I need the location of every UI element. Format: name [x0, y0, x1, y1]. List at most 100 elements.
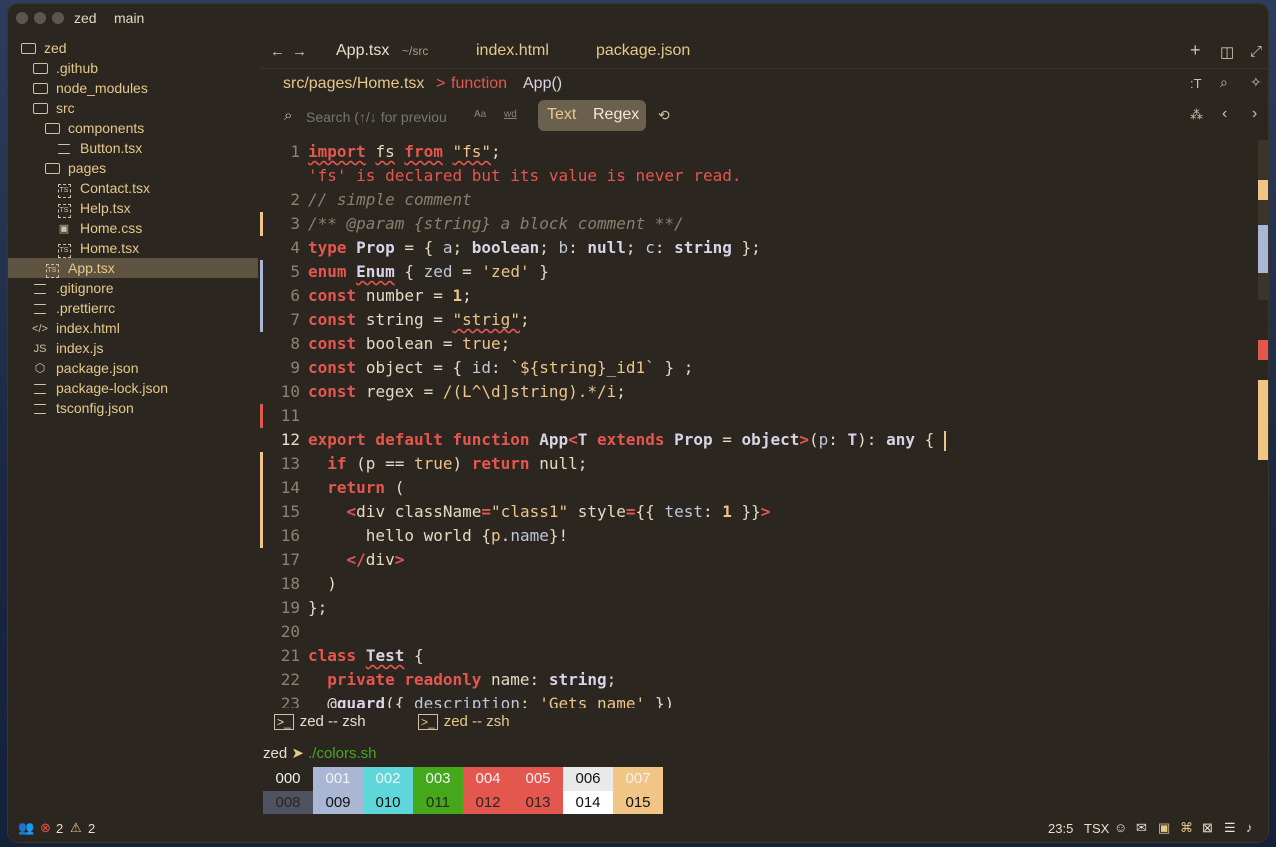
color-swatch: 004 — [463, 767, 513, 791]
tab-bar: ← → App.tsx ~/src index.html package.jso… — [260, 34, 1268, 69]
outline-icon[interactable]: :T — [1190, 76, 1202, 91]
plus-icon[interactable]: + — [1190, 40, 1201, 61]
previous-match-icon[interactable]: ‹ — [1222, 105, 1227, 123]
color-grid: 000 001 002 003 004 005 006 007 008 009 010 011 012 0… — [263, 767, 683, 815]
color-swatch: 015 — [613, 791, 663, 815]
project-tree-icon[interactable]: ⌘ — [1180, 820, 1193, 836]
error-count[interactable]: 2 — [56, 821, 63, 836]
sidebar-item[interactable]: components — [8, 118, 258, 138]
sidebar-item[interactable]: Button.tsx — [8, 138, 258, 158]
sidebar-item[interactable]: ⬡ package.json — [8, 358, 258, 378]
sidebar-item-label: package-lock.json — [56, 380, 169, 396]
breadcrumb-kind[interactable]: function — [451, 75, 507, 93]
tab-index-html[interactable]: index.html — [476, 34, 549, 68]
sidebar-item-label: tsconfig.json — [56, 400, 134, 416]
sidebar-item-label: node_modules — [56, 80, 148, 96]
next-match-icon[interactable]: › — [1252, 105, 1257, 123]
breadcrumb-symbol[interactable]: App() — [523, 75, 562, 93]
search-icon: ⌕ — [284, 107, 293, 124]
terminal-icon[interactable]: ▣ — [1158, 820, 1170, 836]
tab-package-json[interactable]: package.json — [596, 34, 690, 68]
sidebar-item[interactable]: tsconfig.json — [8, 398, 258, 418]
sidebar-item[interactable]: TS Help.tsx — [8, 198, 258, 218]
color-swatch: 008 — [263, 791, 313, 815]
zoom-window-button[interactable] — [52, 12, 64, 24]
package-icon: ⬡ — [34, 361, 46, 375]
sidebar-item[interactable]: </> index.html — [8, 318, 258, 338]
code-editor[interactable]: 1 import fs from "fs"; 'fs' is declared b… — [260, 140, 1268, 708]
color-swatch: 012 — [463, 791, 513, 815]
minimize-window-button[interactable] — [34, 12, 46, 24]
sidebar-item-label: App.tsx — [68, 260, 115, 276]
terminal-tab[interactable]: >_ zed -- zsh — [418, 710, 510, 734]
sidebar-item-label: .prettierrc — [56, 300, 116, 316]
case-sensitive-toggle[interactable]: Aa — [474, 109, 486, 120]
whole-word-toggle[interactable]: wd — [504, 109, 517, 120]
search-icon[interactable]: ⌕ — [1220, 74, 1228, 91]
sidebar-item[interactable]: TS Contact.tsx — [8, 178, 258, 198]
assistant-icon[interactable]: ⊠ — [1202, 820, 1213, 836]
language-selector[interactable]: TSX — [1084, 821, 1109, 836]
magic-wand-icon[interactable]: ✧ — [1250, 74, 1262, 91]
sidebar-item-label: components — [68, 120, 145, 136]
terminal-tab[interactable]: >_ zed -- zsh — [274, 710, 366, 734]
text-cursor — [943, 430, 946, 451]
close-window-button[interactable] — [16, 12, 28, 24]
text-mode-button[interactable]: Text — [547, 106, 576, 124]
bell-icon[interactable]: ♪ — [1246, 820, 1253, 835]
select-all-icon[interactable]: ⁂ — [1190, 107, 1203, 123]
scrollbar-marker — [1258, 225, 1268, 273]
typescript-icon: TS — [56, 178, 72, 198]
split-pane-icon[interactable]: ◫ — [1220, 43, 1234, 61]
breadcrumb-separator: > — [436, 75, 446, 92]
typescript-icon: TS — [44, 258, 60, 278]
typescript-icon: TS — [56, 238, 72, 258]
terminal-prompt: zed ➤ ./colors.sh — [263, 745, 377, 762]
scrollbar-marker — [1258, 180, 1268, 200]
scrollbar-marker — [1258, 380, 1268, 460]
sidebar-item[interactable]: .gitignore — [8, 278, 258, 298]
file-icon — [56, 138, 72, 158]
settings-lines-icon — [32, 298, 48, 318]
folder-open-icon — [32, 98, 48, 118]
copilot-icon[interactable]: ☺ — [1114, 820, 1127, 835]
buffer-search-bar: ⌕ Aa wd Text Regex ⟲ ⁂ ‹ › — [260, 99, 1268, 137]
sidebar-item[interactable]: src — [8, 98, 258, 118]
sidebar-item[interactable]: .github — [8, 58, 258, 78]
forward-arrow-icon[interactable]: → — [292, 43, 307, 60]
sidebar-item[interactable]: package-lock.json — [8, 378, 258, 398]
color-swatch: 010 — [363, 791, 413, 815]
warning-count[interactable]: 2 — [88, 821, 95, 836]
scrollbar-thumb[interactable] — [1258, 140, 1268, 300]
code-icon: </> — [32, 323, 48, 335]
error-icon[interactable]: ⊗ — [40, 820, 51, 836]
inbox-icon[interactable]: ✉ — [1136, 820, 1147, 836]
sidebar-item[interactable]: JS index.js — [8, 338, 258, 358]
js-icon: JS — [33, 343, 47, 355]
sidebar-item[interactable]: node_modules — [8, 78, 258, 98]
back-arrow-icon[interactable]: ← — [270, 43, 285, 60]
breadcrumb-path[interactable]: src/pages/Home.tsx — [283, 75, 424, 93]
sidebar-item[interactable]: ▣ Home.css — [8, 218, 258, 238]
sidebar-item[interactable]: pages — [8, 158, 258, 178]
chat-icon[interactable]: ☰ — [1224, 820, 1236, 836]
terminal-icon: >_ — [418, 714, 438, 730]
warning-icon[interactable]: ⚠ — [70, 820, 82, 836]
tab-app-tsx[interactable]: App.tsx ~/src — [312, 34, 468, 68]
sidebar-item[interactable]: TS Home.tsx — [8, 238, 258, 258]
cursor-position[interactable]: 23:5 — [1048, 821, 1073, 836]
project-name[interactable]: zed — [74, 10, 97, 26]
tab-label: App.tsx — [336, 42, 390, 59]
color-swatch: 001 — [313, 767, 363, 791]
branch-name[interactable]: main — [114, 10, 144, 26]
maximize-icon[interactable]: ⤢ — [1250, 43, 1262, 60]
sidebar-item-label: .gitignore — [56, 280, 114, 296]
replace-icon[interactable]: ⟲ — [658, 107, 670, 124]
sidebar-item[interactable]: zed — [8, 38, 258, 58]
regex-mode-button[interactable]: Regex — [593, 106, 639, 124]
sidebar-item-label: pages — [68, 160, 107, 176]
sidebar-item[interactable]: .prettierrc — [8, 298, 258, 318]
sidebar-item[interactable]: TS App.tsx — [8, 258, 258, 278]
collab-icon[interactable]: 👥 — [18, 820, 34, 836]
search-input[interactable] — [304, 105, 468, 129]
